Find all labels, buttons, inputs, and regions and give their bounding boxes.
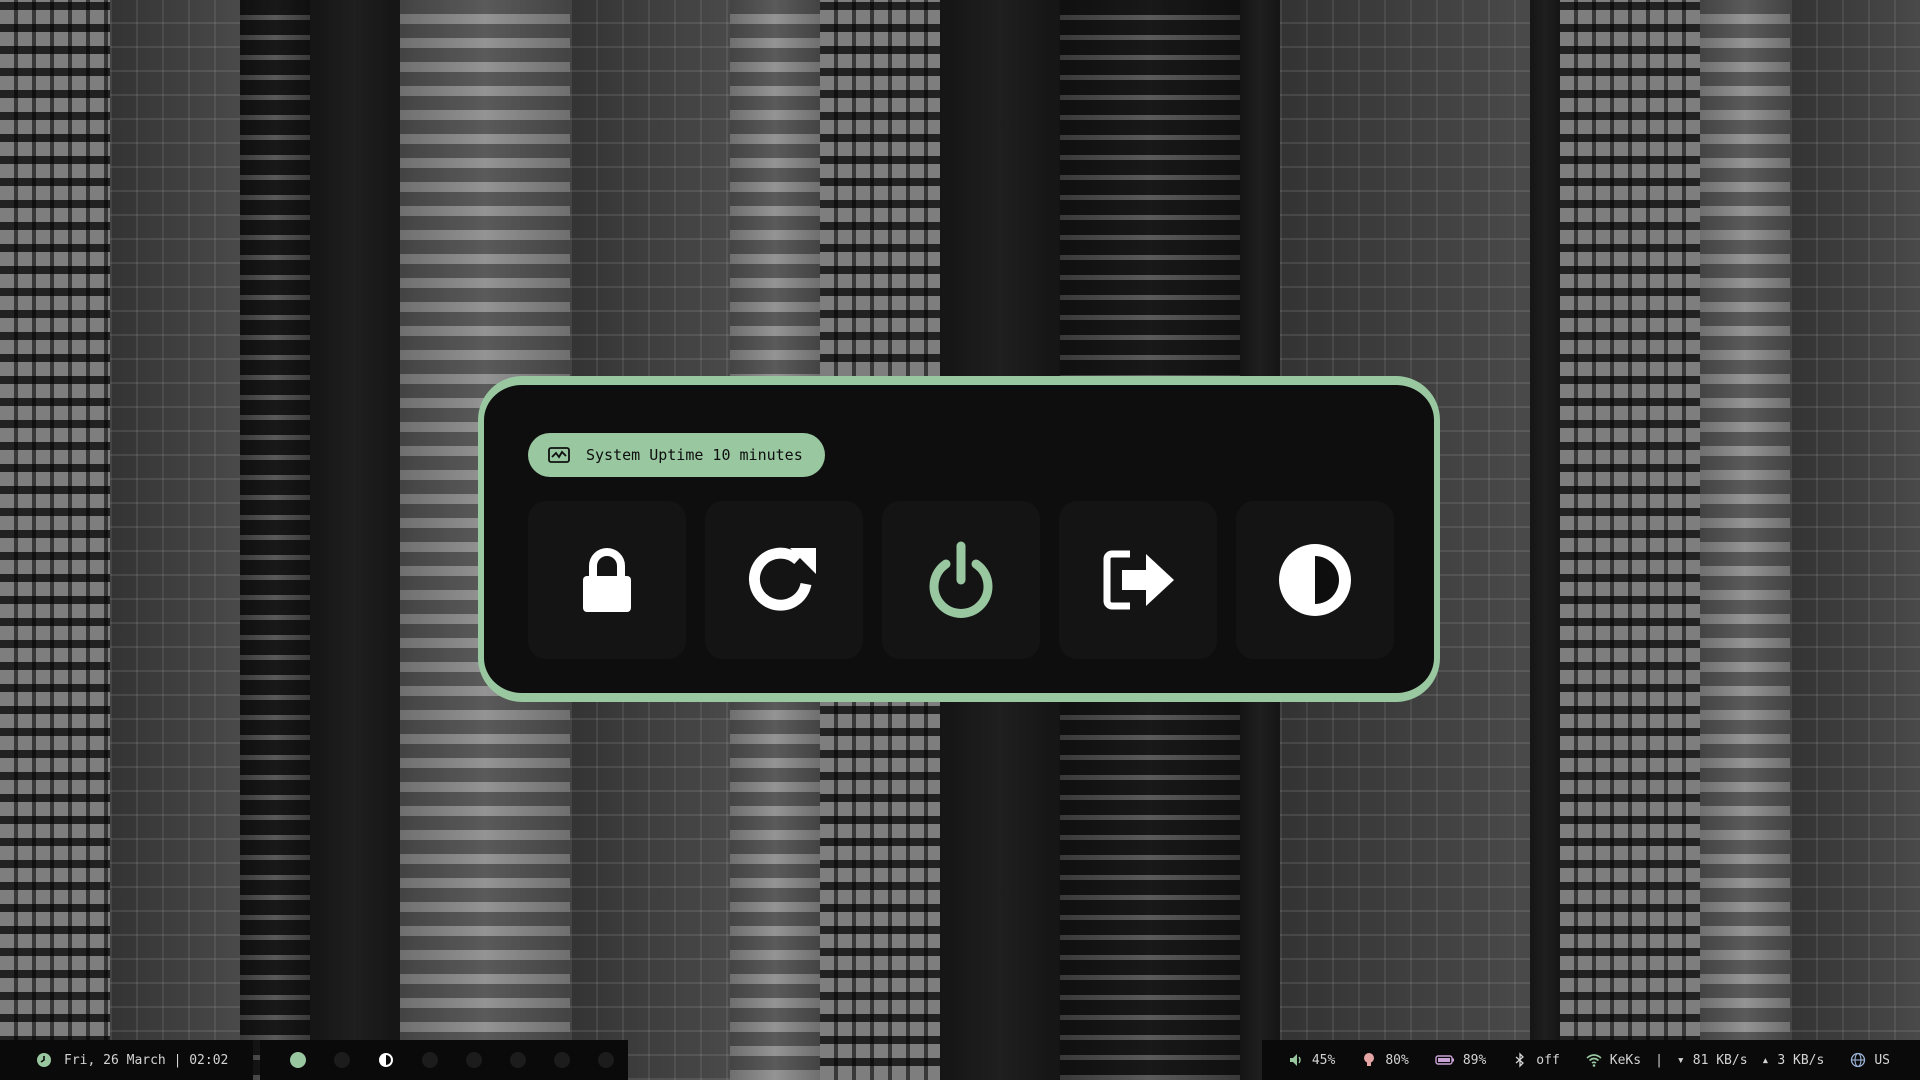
uptime-badge: System Uptime 10 minutes	[528, 433, 825, 477]
brightness-indicator[interactable]: 80%	[1361, 1052, 1409, 1068]
workspace-6[interactable]	[496, 1052, 540, 1068]
globe-icon	[1851, 1052, 1866, 1068]
wallpaper-building	[1530, 0, 1560, 1080]
battery-indicator: 89%	[1435, 1052, 1486, 1068]
clock-icon	[37, 1053, 51, 1067]
workspace-8[interactable]	[584, 1052, 628, 1068]
lock-button[interactable]	[528, 501, 686, 659]
battery-value: 89%	[1462, 1052, 1487, 1068]
workspace-dot	[290, 1052, 306, 1068]
wallpaper-building	[310, 0, 400, 1080]
wallpaper-building	[0, 0, 110, 1080]
brightness-value: 80%	[1385, 1052, 1409, 1068]
volume-value: 45%	[1311, 1052, 1336, 1068]
logout-arrow-icon	[1103, 550, 1174, 610]
workspace-2[interactable]	[320, 1052, 364, 1068]
power-menu: System Uptime 10 minutes	[478, 376, 1440, 702]
power-icon	[929, 541, 993, 618]
wallpaper-building	[240, 0, 310, 1080]
statusbar-system-module: 45% 80% 89% off KeKs | ▾ 81 KB/s ▴ 3 KB/…	[1262, 1040, 1920, 1080]
battery-icon	[1435, 1055, 1454, 1065]
separator: |	[1655, 1052, 1663, 1068]
reboot-button[interactable]	[705, 501, 863, 659]
theme-toggle-button[interactable]	[1236, 501, 1394, 659]
network-download: 81 KB/s	[1692, 1052, 1748, 1068]
download-arrow-icon: ▾	[1676, 1052, 1685, 1068]
bluetooth-icon	[1515, 1052, 1525, 1068]
workspace-5[interactable]	[452, 1052, 496, 1068]
statusbar-clock-module: Fri, 26 March | 02:02	[0, 1040, 253, 1080]
workspace-dot	[598, 1052, 614, 1068]
clock-text[interactable]: Fri, 26 March | 02:02	[64, 1053, 228, 1068]
logout-button[interactable]	[1059, 501, 1217, 659]
workspace-switcher	[260, 1040, 628, 1080]
wallpaper-building	[1560, 0, 1700, 1080]
bulb-icon	[1364, 1053, 1375, 1066]
workspace-7[interactable]	[540, 1052, 584, 1068]
network-indicator[interactable]: KeKs | ▾ 81 KB/s ▴ 3 KB/s	[1586, 1052, 1825, 1068]
power-actions	[528, 501, 1394, 659]
lock-icon	[583, 548, 631, 612]
bluetooth-indicator[interactable]: off	[1512, 1052, 1560, 1068]
wallpaper-building	[110, 0, 240, 1080]
workspace-1[interactable]	[276, 1052, 320, 1068]
activity-chart-icon	[548, 447, 570, 463]
workspace-dot	[422, 1052, 438, 1068]
keyboard-layout-value: US	[1874, 1052, 1890, 1068]
workspace-dot	[334, 1052, 350, 1068]
network-ssid: KeKs	[1609, 1052, 1642, 1068]
shutdown-button[interactable]	[882, 501, 1040, 659]
speaker-icon	[1289, 1054, 1301, 1066]
bluetooth-value: off	[1536, 1052, 1560, 1068]
contrast-icon	[379, 1053, 393, 1067]
workspace-4[interactable]	[408, 1052, 452, 1068]
refresh-icon	[749, 547, 816, 611]
upload-arrow-icon: ▴	[1761, 1052, 1770, 1068]
keyboard-layout-indicator[interactable]: US	[1850, 1052, 1890, 1068]
contrast-icon	[1279, 544, 1351, 616]
uptime-label: System Uptime 10 minutes	[586, 446, 803, 464]
wallpaper-building	[1700, 0, 1790, 1080]
wallpaper-building	[1790, 0, 1920, 1080]
workspace-dot	[554, 1052, 570, 1068]
volume-indicator[interactable]: 45%	[1288, 1052, 1335, 1068]
workspace-dot	[510, 1052, 526, 1068]
workspace-dot	[466, 1052, 482, 1068]
network-upload: 3 KB/s	[1777, 1052, 1825, 1068]
workspace-3[interactable]	[364, 1052, 408, 1068]
wifi-icon	[1586, 1054, 1602, 1067]
